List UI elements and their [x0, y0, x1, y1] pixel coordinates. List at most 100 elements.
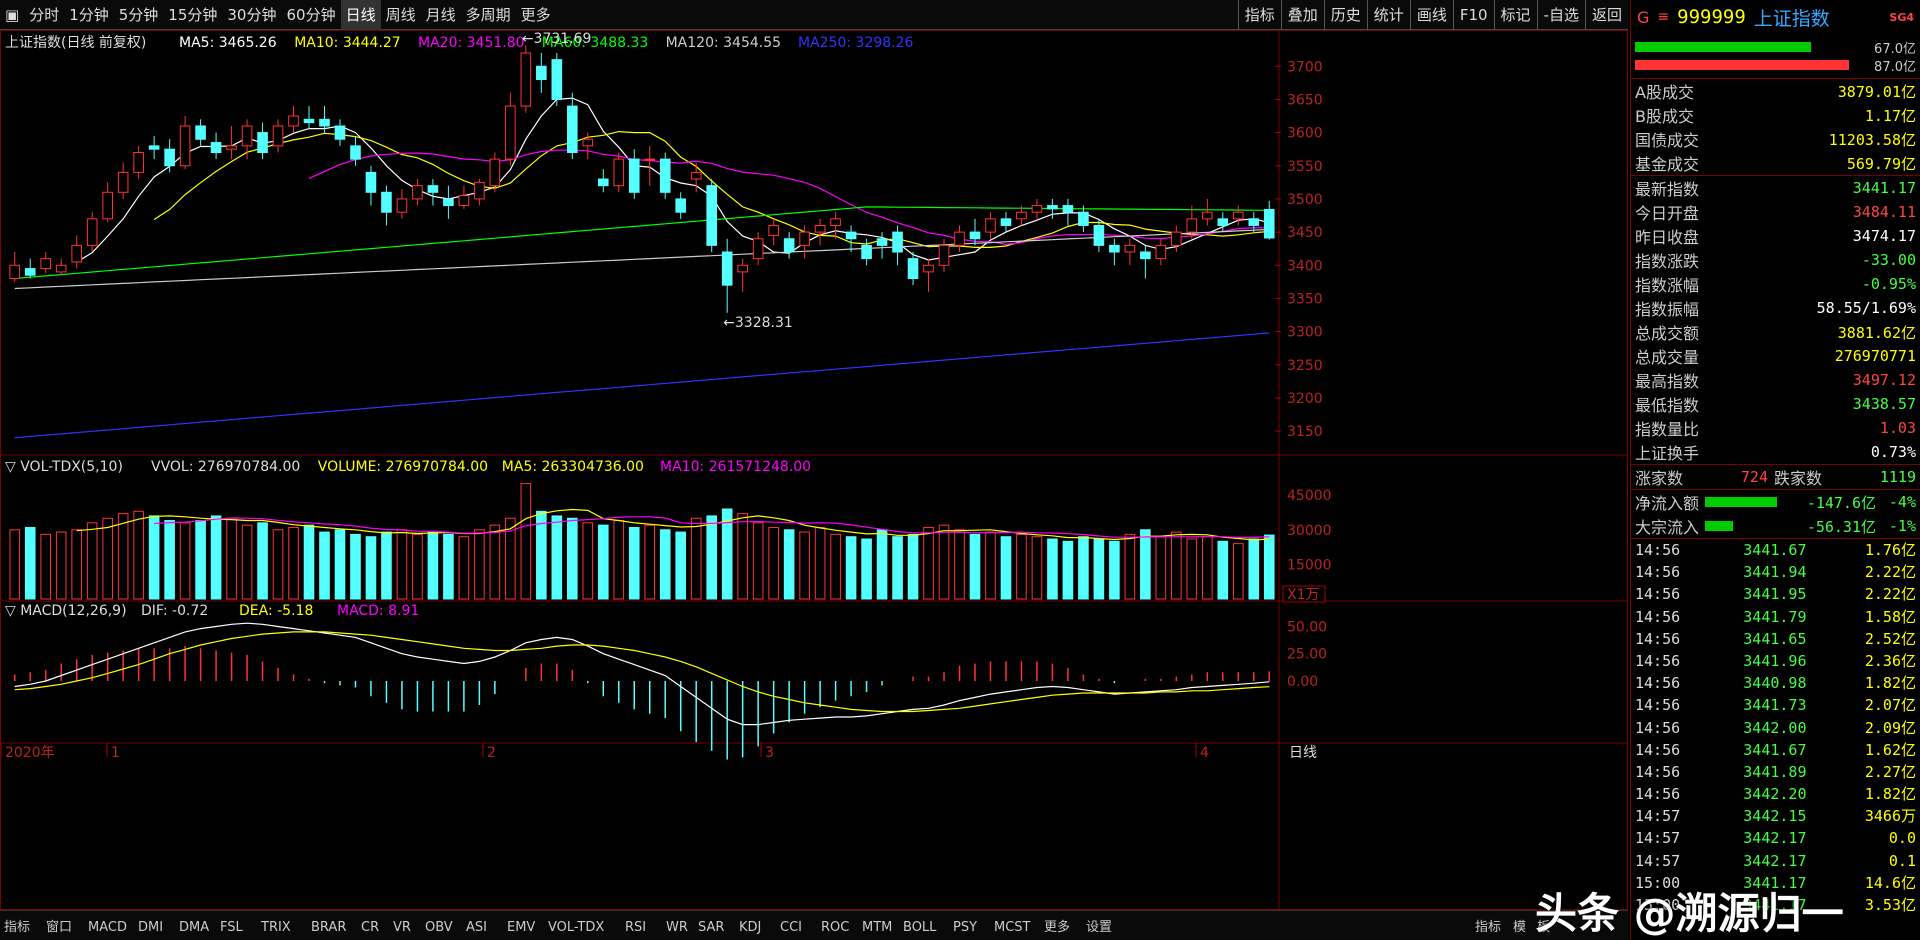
toolbar-button-0[interactable]: 指标 [1237, 0, 1281, 30]
tick-time: 14:56 [1635, 762, 1681, 781]
stats2-value: 3441.17 [1852, 179, 1916, 197]
y-tick-label: 3450 [1287, 225, 1323, 241]
tick-amount: 2.52亿 [1864, 629, 1916, 648]
indicator-tab-22[interactable]: PSY [953, 920, 977, 935]
indicator-tab-0[interactable]: 指标 [4, 920, 30, 935]
flow-value: -56.31亿 [1806, 517, 1876, 536]
vol-y-tick: 30000 [1287, 523, 1332, 539]
period-tab-0[interactable]: 分时 [24, 0, 64, 30]
toolbar-button-1[interactable]: 叠加 [1280, 0, 1324, 30]
tick-price: 3441.89 [1743, 762, 1807, 781]
toolbar-button-8[interactable]: 返回 [1584, 0, 1628, 30]
indicator-tab-6[interactable]: TRIX [260, 920, 291, 935]
indicator-tab-1[interactable]: 窗口 [46, 919, 72, 935]
tick-time: 14:56 [1635, 785, 1681, 804]
indicator-right-0[interactable]: 指标 [1475, 920, 1501, 935]
low-marker: ←3328.31 [723, 315, 793, 331]
indicator-tab-8[interactable]: CR [361, 920, 379, 935]
indicator-tab-20[interactable]: MTM [862, 920, 892, 935]
vol-label: MA10: 261571248.00 [660, 459, 811, 475]
tick-time: 14:56 [1635, 563, 1681, 582]
period-tab-3[interactable]: 15分钟 [163, 0, 222, 30]
volume-bar [830, 533, 841, 600]
candle [1171, 231, 1182, 246]
menu-icon[interactable]: ≡ [1657, 9, 1669, 25]
candle [1078, 211, 1089, 226]
period-tab-1[interactable]: 1分钟 [64, 0, 114, 30]
candle [148, 145, 160, 150]
stats2-value: 3484.11 [1852, 203, 1916, 221]
period-tab-2[interactable]: 5分钟 [114, 0, 164, 30]
toolbar-button-6[interactable]: 标记 [1493, 0, 1537, 30]
indicator-tab-25[interactable]: 设置 [1086, 920, 1112, 935]
indicator-tab-2[interactable]: MACD [88, 920, 127, 935]
toolbar-button-7[interactable]: -自选 [1536, 0, 1585, 30]
indicator-tab-13[interactable]: VOL-TDX [548, 920, 604, 935]
macd-dif-line [14, 622, 1270, 726]
toolbar-button-2[interactable]: 历史 [1323, 0, 1367, 30]
indicator-tab-3[interactable]: DMI [138, 920, 163, 935]
indicator-tab-21[interactable]: BOLL [903, 920, 937, 935]
candle [319, 118, 330, 127]
index-stats: 最新指数 3441.17 今日开盘 3484.11 昨日收盘 3474.17 指数涨跌 -33… [1631, 176, 1920, 464]
indicator-tab-5[interactable]: FSL [220, 920, 244, 935]
chart-menu-icon[interactable]: ▣ [0, 0, 24, 30]
period-tab-10[interactable]: 更多 [516, 0, 556, 30]
tick-amount: 2.22亿 [1864, 563, 1916, 582]
candle [195, 125, 206, 140]
period-tab-4[interactable]: 30分钟 [222, 0, 281, 30]
volume-bar [551, 515, 563, 600]
indicator-tab-15[interactable]: WR [666, 920, 688, 935]
indicator-tab-10[interactable]: OBV [425, 920, 453, 935]
volume-bar [241, 524, 253, 600]
indicator-tab-14[interactable]: RSI [625, 920, 646, 935]
indicator-tab-17[interactable]: KDJ [739, 920, 761, 935]
up-count: 724 [1740, 468, 1768, 486]
indicator-tab-4[interactable]: DMA [179, 920, 209, 935]
toolbar-button-5[interactable]: F10 [1452, 0, 1494, 30]
quote-panel: G ≡ 999999 上证指数 SG4 67.0亿 87.0亿 A股成交 3879… [1630, 0, 1920, 940]
chart-svg[interactable]: 上证指数(日线 前复权) MA5: 3465.26 MA10: 3444.27 MA2… [1, 31, 1627, 909]
stats2-row-11: 上证换手 0.73% [1631, 440, 1920, 464]
tick-row: 14:56 3441.89 2.27亿 [1631, 761, 1920, 783]
indicator-right-1[interactable]: 模 [1513, 920, 1526, 935]
indicator-tab-19[interactable]: ROC [821, 920, 849, 935]
tick-time: 14:57 [1635, 851, 1681, 870]
tick-price: 3441.65 [1743, 629, 1807, 648]
period-tab-6[interactable]: 日线 [340, 0, 381, 30]
vol-label: MA5: 263304736.00 [502, 459, 644, 475]
candle [1140, 251, 1151, 260]
y-tick-label: 3500 [1287, 192, 1323, 208]
sell-strength-value: 87.0亿 [1874, 59, 1916, 75]
indicator-tab-7[interactable]: BRAR [311, 920, 346, 935]
volume-bar [923, 526, 934, 600]
tick-time: 14:56 [1635, 607, 1681, 626]
indicator-tab-11[interactable]: ASI [466, 920, 487, 935]
vol-label: VOLUME: 276970784.00 [318, 459, 488, 475]
tick-list[interactable]: 14:56 3441.67 1.76亿 14:56 3441.94 2.22亿 14:56 3… [1631, 539, 1920, 916]
period-tab-5[interactable]: 60分钟 [281, 0, 340, 30]
candle [597, 178, 609, 187]
toolbar-button-3[interactable]: 统计 [1366, 0, 1410, 30]
ma-label: MA120: 3454.55 [666, 35, 781, 51]
indicator-tab-23[interactable]: MCST [994, 920, 1031, 935]
indicator-tab-18[interactable]: CCI [780, 920, 802, 935]
ma-label: MA250: 3298.26 [798, 35, 914, 51]
period-tab-9[interactable]: 多周期 [461, 0, 516, 30]
flow-label: 大宗流入 [1635, 518, 1700, 537]
turnover-stats: A股成交 3879.01亿 B股成交 1.17亿 国债成交 11203.58亿 基金成交 56… [1631, 79, 1920, 175]
tick-amount: 2.27亿 [1864, 762, 1916, 781]
indicator-tab-24[interactable]: 更多 [1044, 919, 1070, 935]
volume-bar [195, 520, 206, 600]
indicator-tab-12[interactable]: EMV [507, 920, 535, 935]
period-tab-7[interactable]: 周线 [381, 0, 421, 30]
indicator-tab-16[interactable]: SAR [698, 920, 724, 935]
tick-time: 14:56 [1635, 696, 1681, 715]
indicator-tab-9[interactable]: VR [393, 920, 411, 935]
y-tick-label: 3200 [1287, 391, 1323, 407]
period-tab-8[interactable]: 月线 [421, 0, 461, 30]
toolbar-button-4[interactable]: 画线 [1409, 0, 1453, 30]
chart-area[interactable]: 上证指数(日线 前复权) MA5: 3465.26 MA10: 3444.27 MA2… [0, 30, 1628, 910]
macd-label: DIF: -0.72 [141, 603, 208, 619]
candle [938, 244, 950, 266]
